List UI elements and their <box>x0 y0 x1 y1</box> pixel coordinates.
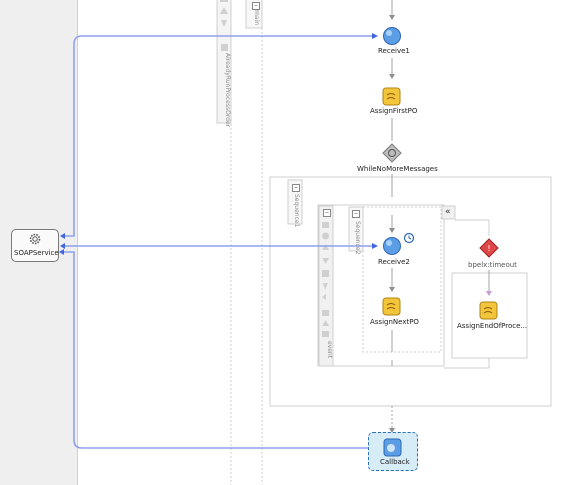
invoke-icon <box>383 438 402 457</box>
sequence2-label: Sequence2 <box>354 221 361 255</box>
callback-invoke-selected[interactable]: Callback <box>368 432 418 471</box>
while-scope-border <box>269 176 552 407</box>
receive-icon[interactable] <box>382 236 402 256</box>
flow-arrows <box>389 15 492 433</box>
clock-icon <box>403 232 415 244</box>
svg-text:!: ! <box>487 244 490 253</box>
assign-first-po-label: AssignFirstPO <box>370 107 418 115</box>
assign-icon[interactable] <box>382 87 402 107</box>
flow-lines <box>391 0 490 432</box>
event-label: event <box>326 341 333 359</box>
soap-service-partner-link[interactable]: SOAPService <box>11 229 59 262</box>
bpelx-timeout-label: bpelx:timeout <box>468 261 517 269</box>
receive2-label: Receive2 <box>378 258 410 266</box>
receive1-label: Receive1 <box>378 47 410 55</box>
timeout-alarm-icon[interactable]: ! <box>479 238 499 258</box>
event-scope-collapse-button[interactable]: − <box>323 209 331 217</box>
assign-end-of-process-label: AssignEndOfProce... <box>457 322 528 330</box>
soap-service-label: SOAPService <box>14 249 59 257</box>
receive-icon[interactable] <box>382 26 402 46</box>
sequence1-border <box>317 204 445 367</box>
callback-label: Callback <box>380 458 410 466</box>
main-scope-collapse-button[interactable]: − <box>252 2 260 10</box>
while-loop-icon[interactable] <box>382 143 402 163</box>
sequence1-label: Sequence1 <box>293 194 300 228</box>
while-no-more-messages-label: WhileNoMoreMessages <box>357 165 438 173</box>
assign-icon[interactable] <box>382 297 402 317</box>
collapse-chevron-icon[interactable]: « <box>445 208 451 217</box>
sequence2-border <box>362 206 442 353</box>
palette-label: AlreadyRunProcessOrder <box>224 53 231 128</box>
main-scope-label: main <box>253 10 260 25</box>
assign-next-po-label: AssignNextPO <box>370 318 419 326</box>
gear-icon <box>29 233 41 245</box>
sequence1-collapse-button[interactable]: − <box>292 184 300 192</box>
palette-icons <box>220 0 329 337</box>
assign-icon[interactable] <box>479 301 499 321</box>
sequence2-collapse-button[interactable]: − <box>352 210 360 218</box>
